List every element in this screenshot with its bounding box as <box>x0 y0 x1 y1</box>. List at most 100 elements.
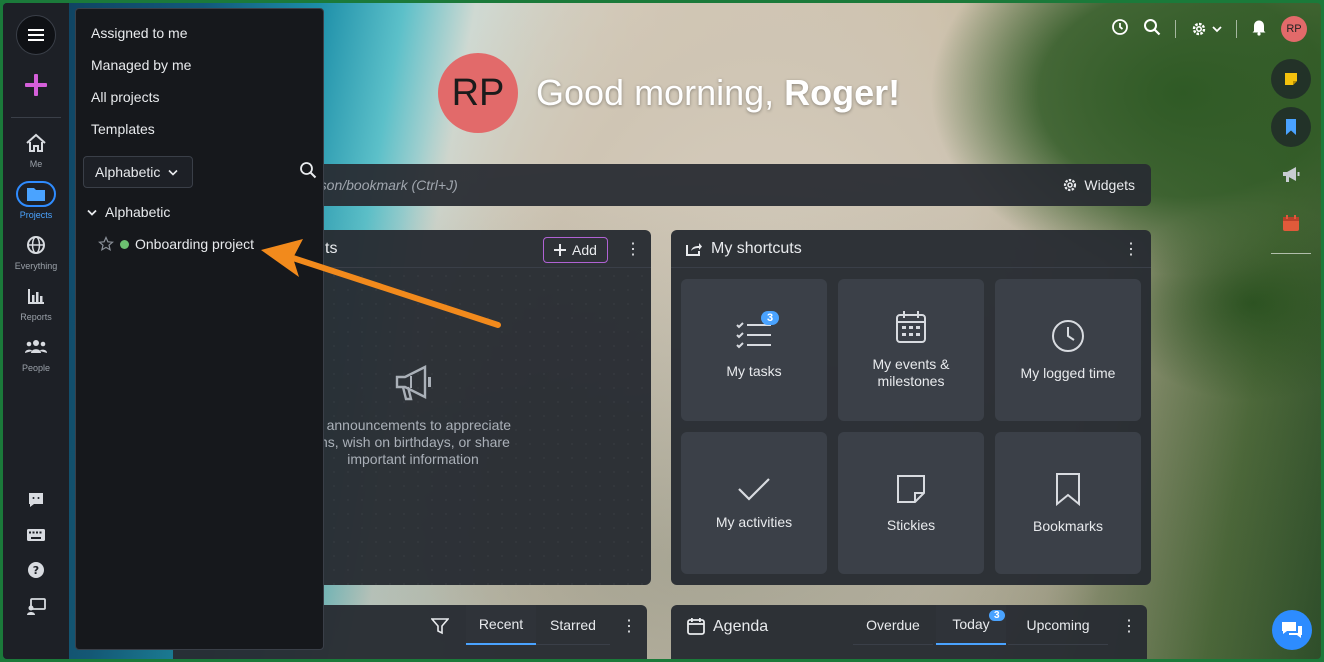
add-announcement-button[interactable]: Add <box>543 237 608 263</box>
calendar-icon[interactable] <box>1271 203 1311 243</box>
shortcuts-card: My shortcuts ⋮ 3 My tasks My events & mi… <box>671 230 1151 585</box>
nav-bottom-tools: ? <box>26 491 46 621</box>
tile-label: Stickies <box>886 516 936 533</box>
share-icon <box>686 242 702 256</box>
filter-icon[interactable] <box>430 617 450 640</box>
people-icon <box>16 334 56 360</box>
menu-item-assigned-to-me[interactable]: Assigned to me <box>76 17 323 49</box>
tab-label: Starred <box>550 616 596 633</box>
nav-item-everything[interactable]: Everything <box>3 232 69 271</box>
check-icon <box>738 477 770 501</box>
tile-label: My activities <box>715 513 793 530</box>
agenda-card: Agenda Overdue Today 3 Upcoming ⋮ <box>671 605 1147 659</box>
nav-label: Me <box>29 159 43 169</box>
app-window: Me Projects Everything Reports People ? … <box>3 3 1321 659</box>
chat-button[interactable] <box>1272 610 1312 650</box>
search-icon[interactable] <box>299 161 317 182</box>
tab-recent[interactable]: Recent <box>466 605 536 645</box>
home-icon <box>16 130 56 156</box>
tab-overdue[interactable]: Overdue <box>853 605 933 645</box>
sort-dropdown[interactable]: Alphabetic <box>83 156 193 188</box>
widgets-label: Widgets <box>1084 177 1135 193</box>
tab-upcoming[interactable]: Upcoming <box>1008 605 1108 645</box>
create-plus-icon[interactable] <box>16 65 56 105</box>
greeting-text: Good morning, Roger! <box>536 72 900 114</box>
search-icon[interactable] <box>1143 18 1161 41</box>
tab-starred[interactable]: Starred <box>536 605 610 645</box>
nav-label: People <box>21 363 51 373</box>
clock-icon <box>1052 319 1084 352</box>
gear-icon <box>1064 178 1077 192</box>
chevron-down-icon <box>87 209 97 216</box>
menu-item-managed-by-me[interactable]: Managed by me <box>76 49 323 81</box>
folder-icon <box>16 181 56 207</box>
shortcut-stickies[interactable]: Stickies <box>838 432 984 574</box>
megaphone-icon[interactable] <box>1271 155 1311 195</box>
card-title: My shortcuts <box>711 239 802 257</box>
shortcut-my-activities[interactable]: My activities <box>681 432 827 574</box>
menu-item-templates[interactable]: Templates <box>76 113 323 145</box>
globe-icon <box>16 232 56 258</box>
sticky-note-icon <box>897 474 925 503</box>
feedback-icon[interactable] <box>27 491 45 514</box>
empty-line: ms, wish on birthdays, or share <box>316 434 510 450</box>
nav-item-people[interactable]: People <box>3 334 69 373</box>
today-count-badge: 3 <box>989 610 1005 621</box>
menu-item-all-projects[interactable]: All projects <box>76 81 323 113</box>
presentation-icon[interactable] <box>26 598 46 621</box>
nav-label: Projects <box>19 210 53 220</box>
group-label: Alphabetic <box>105 204 171 220</box>
tile-label: My logged time <box>1020 364 1116 381</box>
chevron-down-icon <box>168 169 178 176</box>
menu-icon[interactable] <box>16 15 56 55</box>
greeting-user-name: Roger! <box>784 72 901 113</box>
help-icon[interactable]: ? <box>27 561 45 584</box>
tab-label: Overdue <box>866 616 920 633</box>
chevron-down-icon <box>1212 26 1222 33</box>
nav-item-projects[interactable]: Projects <box>3 181 69 220</box>
user-avatar[interactable]: RP <box>1281 16 1307 42</box>
greeting-avatar[interactable]: RP <box>438 53 518 133</box>
shortcut-my-tasks[interactable]: 3 My tasks <box>681 279 827 421</box>
plus-icon <box>554 244 566 256</box>
more-options-icon[interactable]: ⋮ <box>621 616 637 636</box>
right-rail <box>1268 59 1314 254</box>
nav-label: Everything <box>14 261 58 271</box>
agenda-title: Agenda <box>713 618 769 635</box>
card-header: My shortcuts ⋮ <box>671 230 1151 268</box>
bookmark-icon[interactable] <box>1271 107 1311 147</box>
calendar-icon <box>687 617 705 640</box>
shortcut-my-events[interactable]: My events & milestones <box>838 279 984 421</box>
chat-icon <box>1282 622 1302 638</box>
more-options-icon[interactable]: ⋮ <box>1121 616 1137 636</box>
gear-icon <box>1192 22 1206 36</box>
svg-text:?: ? <box>33 564 39 577</box>
empty-line: e announcements to appreciate <box>314 417 512 433</box>
nav-item-me[interactable]: Me <box>3 130 69 169</box>
more-options-icon[interactable]: ⋮ <box>1123 239 1139 259</box>
empty-line: important information <box>347 451 479 467</box>
sticky-note-icon[interactable] <box>1271 59 1311 99</box>
widgets-button[interactable]: Widgets <box>1062 177 1135 193</box>
toolbar-divider <box>1175 20 1176 38</box>
empty-state-message: e announcements to appreciate ms, wish o… <box>313 417 513 468</box>
timer-icon[interactable] <box>1111 18 1129 41</box>
nav-item-reports[interactable]: Reports <box>3 283 69 322</box>
tab-label: Upcoming <box>1026 616 1090 633</box>
search-placeholder: rson/bookmark (Ctrl+J) <box>315 177 458 193</box>
more-options-icon[interactable]: ⋮ <box>625 239 641 259</box>
project-name: Onboarding project <box>135 236 255 252</box>
shortcut-bookmarks[interactable]: Bookmarks <box>995 432 1141 574</box>
nav-label: Reports <box>20 312 52 322</box>
star-icon <box>98 236 114 252</box>
shortcut-my-logged-time[interactable]: My logged time <box>995 279 1141 421</box>
add-label: Add <box>572 242 597 258</box>
keyboard-icon[interactable] <box>26 528 46 547</box>
card-title: ts <box>325 240 338 257</box>
greeting-prefix: Good morning, <box>536 72 785 113</box>
project-item[interactable]: Onboarding project <box>98 236 254 252</box>
greeting: RP Good morning, Roger! <box>438 53 900 133</box>
bell-icon[interactable] <box>1251 18 1267 41</box>
group-header-alphabetic[interactable]: Alphabetic <box>87 204 170 220</box>
settings-menu-button[interactable] <box>1190 20 1222 38</box>
